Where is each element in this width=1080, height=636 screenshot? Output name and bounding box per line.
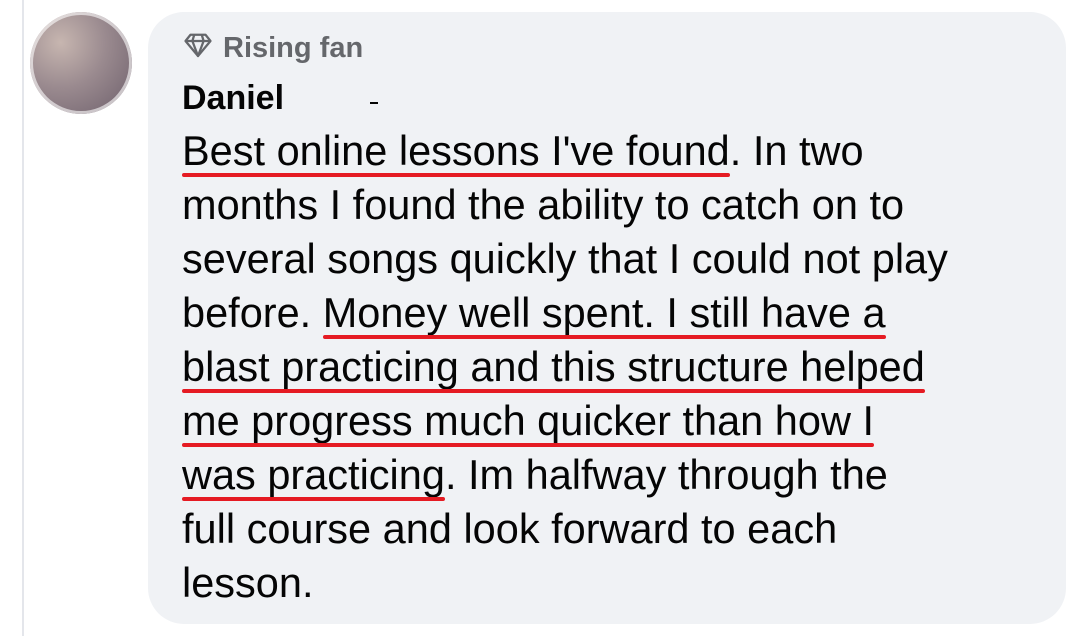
highlighted-phrase: Best online lessons I've found <box>182 127 730 174</box>
comment-line: before. Money well spent. I still have a <box>182 286 1052 340</box>
badge-label: Rising fan <box>223 31 364 64</box>
author-name[interactable]: Daniel <box>182 78 284 118</box>
comment-line: lesson. <box>182 556 1052 610</box>
comment-text-segment: . In two <box>729 127 864 174</box>
comment-text: Best online lessons I've found. In two m… <box>182 124 1052 610</box>
comment-line: was practicing. Im halfway through the <box>182 448 1052 502</box>
highlighted-phrase: was practicing <box>182 451 445 498</box>
comment-line: me progress much quicker than how I <box>182 394 1052 448</box>
highlighted-phrase: Money well spent. I still have a <box>322 289 886 336</box>
avatar-ring <box>30 12 132 114</box>
thread-line <box>22 0 24 636</box>
comment-text-segment: several songs quickly that I could not p… <box>182 235 948 282</box>
comment-text-segment: months I found the ability to catch on t… <box>182 181 905 228</box>
fan-badge[interactable]: Rising fan <box>183 28 363 68</box>
avatar[interactable] <box>30 12 132 114</box>
comment-text-segment: before. <box>182 289 323 336</box>
comment-line: months I found the ability to catch on t… <box>182 178 1052 232</box>
highlighted-phrase: blast practicing and this structure help… <box>182 343 925 390</box>
diamond-icon <box>183 31 213 66</box>
comment-line: blast practicing and this structure help… <box>182 340 1052 394</box>
comment-text-segment: full course and look forward to each <box>182 505 838 552</box>
comment-line: Best online lessons I've found. In two <box>182 124 1052 178</box>
comment-line: several songs quickly that I could not p… <box>182 232 1052 286</box>
comment-screenshot: Rising fan Daniel Best online lessons I'… <box>0 0 1080 636</box>
comment-text-segment: . Im halfway through the <box>444 451 888 498</box>
highlighted-phrase: me progress much quicker than how I <box>182 397 874 444</box>
comment-line: full course and look forward to each <box>182 502 1052 556</box>
author-separator <box>370 102 378 104</box>
comment-text-segment: lesson. <box>182 559 314 606</box>
